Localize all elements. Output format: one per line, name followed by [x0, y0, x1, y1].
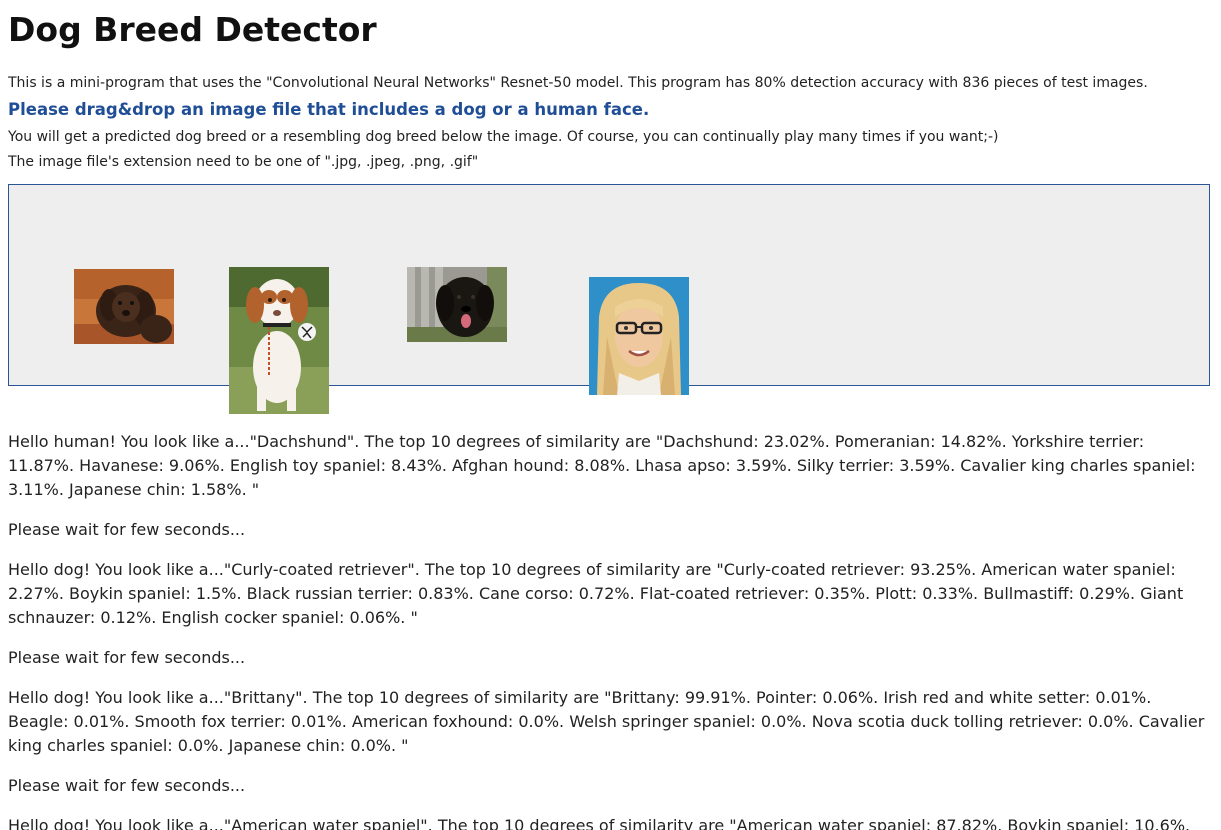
- result-message: Hello dog! You look like a..."American w…: [8, 816, 1191, 830]
- result-message: Hello dog! You look like a..."Brittany".…: [8, 688, 1205, 755]
- drop-instruction: Please drag&drop an image file that incl…: [8, 100, 650, 119]
- curly-dog-thumbnail: [74, 269, 174, 344]
- result-note: You will get a predicted dog breed or a …: [8, 129, 999, 145]
- extension-note: The image file's extension need to be on…: [8, 154, 479, 170]
- brittany-dog-photo: [229, 267, 329, 414]
- curly-dog-photo: [74, 269, 174, 344]
- black-dog-thumbnail: [407, 267, 507, 342]
- black-dog-photo: [407, 267, 507, 342]
- status-message: Please wait for few seconds...: [8, 648, 246, 667]
- status-message: Please wait for few seconds...: [8, 776, 246, 795]
- human-face-photo: [589, 277, 689, 395]
- results-log: Hello human! You look like a..."Dachshun…: [8, 430, 1214, 830]
- brittany-dog-thumbnail: [229, 267, 329, 414]
- human-face-thumbnail: [589, 277, 689, 395]
- result-message: Hello human! You look like a..."Dachshun…: [8, 432, 1196, 499]
- status-message: Please wait for few seconds...: [8, 520, 246, 539]
- page-title: Dog Breed Detector: [8, 10, 377, 49]
- page: Dog Breed Detector This is a mini-progra…: [0, 0, 1221, 830]
- result-message: Hello dog! You look like a..."Curly-coat…: [8, 560, 1184, 627]
- intro-description: This is a mini-program that uses the "Co…: [8, 75, 1148, 91]
